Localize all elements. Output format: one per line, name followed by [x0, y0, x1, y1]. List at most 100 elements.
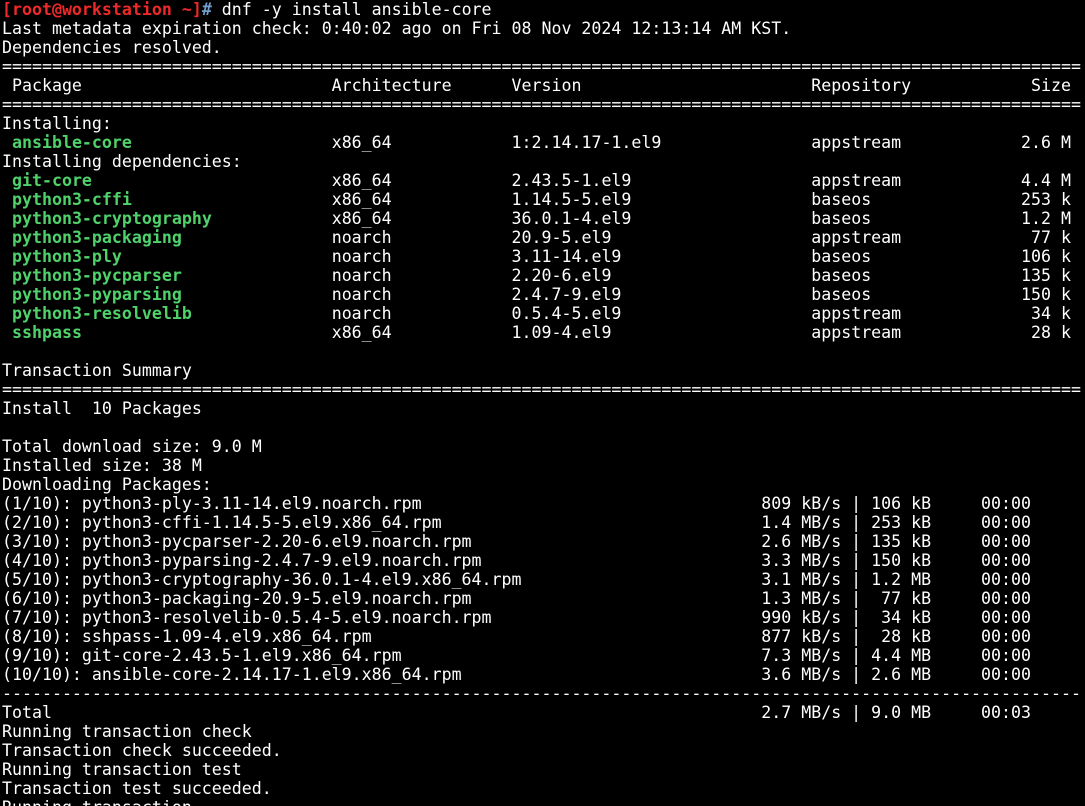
- package-size: 34 k: [1011, 304, 1071, 323]
- package-name: python3-pyparsing: [12, 285, 332, 304]
- package-details: noarch 20.9-5.el9 appstream: [331, 228, 1012, 247]
- rule: ----------------------------------------…: [2, 684, 1081, 703]
- package-row: python3-cffi x86_64 1.14.5-5.el9 baseos …: [2, 190, 1085, 209]
- deps-label: Installing dependencies:: [2, 152, 242, 171]
- blank: [2, 342, 12, 361]
- installed-size-text: Installed size: 38 M: [2, 456, 202, 475]
- download-text: (4/10): python3-pyparsing-2.4.7-9.el9.no…: [2, 551, 1031, 570]
- package-size: 150 k: [1011, 285, 1071, 304]
- blank-line: [2, 342, 1085, 361]
- rule: ========================================…: [2, 95, 1081, 114]
- status-line: Running transaction: [2, 798, 1085, 806]
- package-details: noarch 0.5.4-5.el9 appstream: [331, 304, 1012, 323]
- package-row: python3-ply noarch 3.11-14.el9 baseos 10…: [2, 247, 1085, 266]
- download-row: (8/10): sshpass-1.09-4.el9.x86_64.rpm 87…: [2, 627, 1085, 646]
- prompt-line: [root@workstation ~]# dnf -y install ans…: [2, 0, 1085, 19]
- download-text: (6/10): python3-packaging-20.9-5.el9.noa…: [2, 589, 1031, 608]
- download-text: (1/10): python3-ply-3.11-14.el9.noarch.r…: [2, 494, 1031, 513]
- total-row: Total 2.7 MB/s | 9.0 MB 00:03: [2, 703, 1085, 722]
- rule: ========================================…: [2, 380, 1081, 399]
- package-name: python3-ply: [12, 247, 332, 266]
- package-row: sshpass x86_64 1.09-4.el9 appstream 28 k: [2, 323, 1085, 342]
- download-row: (6/10): python3-packaging-20.9-5.el9.noa…: [2, 589, 1085, 608]
- terminal-window[interactable]: [root@workstation ~]# dnf -y install ans…: [0, 0, 1085, 806]
- download-row: (9/10): git-core-2.43.5-1.el9.x86_64.rpm…: [2, 646, 1085, 665]
- package-name: python3-pycparser: [12, 266, 332, 285]
- summary-title-text: Transaction Summary: [2, 361, 192, 380]
- section-label: Installing:: [2, 114, 1085, 133]
- package-name: python3-packaging: [12, 228, 332, 247]
- package-name: python3-resolvelib: [12, 304, 332, 323]
- package-name: ansible-core: [12, 133, 332, 152]
- header-text: Last metadata expiration check: 0:40:02 …: [2, 19, 792, 38]
- status-line: Running transaction test: [2, 760, 1085, 779]
- download-row: (7/10): python3-resolvelib-0.5.4-5.el9.n…: [2, 608, 1085, 627]
- summary-title: Transaction Summary: [2, 361, 1085, 380]
- download-size: Total download size: 9.0 M: [2, 437, 1085, 456]
- package-details: noarch 2.4.7-9.el9 baseos: [331, 285, 1012, 304]
- download-text: (8/10): sshpass-1.09-4.el9.x86_64.rpm 87…: [2, 627, 1031, 646]
- package-name: python3-cffi: [12, 190, 332, 209]
- download-size-text: Total download size: 9.0 M: [2, 437, 262, 456]
- package-size: 28 k: [1011, 323, 1071, 342]
- package-row: python3-cryptography x86_64 36.0.1-4.el9…: [2, 209, 1085, 228]
- package-name: sshpass: [12, 323, 332, 342]
- install-count: Install 10 Packages: [2, 399, 1085, 418]
- single-rule: ----------------------------------------…: [2, 684, 1085, 703]
- status-text: Running transaction check: [2, 722, 252, 741]
- status-line: Transaction check succeeded.: [2, 741, 1085, 760]
- package-row: python3-packaging noarch 20.9-5.el9 apps…: [2, 228, 1085, 247]
- prompt-symbol: #: [201, 0, 212, 19]
- prompt-user-host: [root@workstation ~]: [2, 0, 202, 19]
- package-size: 135 k: [1011, 266, 1071, 285]
- installed-size: Installed size: 38 M: [2, 456, 1085, 475]
- package-details: x86_64 36.0.1-4.el9 baseos: [331, 209, 1012, 228]
- blank: [2, 418, 12, 437]
- package-size: 106 k: [1011, 247, 1071, 266]
- package-size: 77 k: [1011, 228, 1071, 247]
- status-text: Running transaction test: [2, 760, 242, 779]
- installing-label: Installing:: [2, 114, 112, 133]
- package-row: git-core x86_64 2.43.5-1.el9 appstream 4…: [2, 171, 1085, 190]
- download-row: (4/10): python3-pyparsing-2.4.7-9.el9.no…: [2, 551, 1085, 570]
- package-size: 2.6 M: [1011, 133, 1071, 152]
- download-row: (5/10): python3-cryptography-36.0.1-4.el…: [2, 570, 1085, 589]
- package-size: 253 k: [1011, 190, 1071, 209]
- package-row: python3-pyparsing noarch 2.4.7-9.el9 bas…: [2, 285, 1085, 304]
- download-text: (10/10): ansible-core-2.14.17-1.el9.x86_…: [2, 665, 1031, 684]
- package-size: 4.4 M: [1011, 171, 1071, 190]
- double-rule: ========================================…: [2, 95, 1085, 114]
- package-row: python3-pycparser noarch 2.20-6.el9 base…: [2, 266, 1085, 285]
- package-row: ansible-core x86_64 1:2.14.17-1.el9 apps…: [2, 133, 1085, 152]
- column-headers: Package Architecture Version Repository: [2, 76, 1012, 95]
- package-details: x86_64 1.14.5-5.el9 baseos: [331, 190, 1012, 209]
- status-line: Running transaction check: [2, 722, 1085, 741]
- package-row: python3-resolvelib noarch 0.5.4-5.el9 ap…: [2, 304, 1085, 323]
- package-details: noarch 3.11-14.el9 baseos: [331, 247, 1012, 266]
- package-details: x86_64 1.09-4.el9 appstream: [331, 323, 1012, 342]
- header-line: Last metadata expiration check: 0:40:02 …: [2, 19, 1085, 38]
- package-details: noarch 2.20-6.el9 baseos: [331, 266, 1012, 285]
- package-size: 1.2 M: [1011, 209, 1071, 228]
- status-text: Transaction test succeeded.: [2, 779, 272, 798]
- blank-line: [2, 418, 1085, 437]
- download-text: (3/10): python3-pycparser-2.20-6.el9.noa…: [2, 532, 1031, 551]
- download-row: (2/10): python3-cffi-1.14.5-5.el9.x86_64…: [2, 513, 1085, 532]
- status-line: Transaction test succeeded.: [2, 779, 1085, 798]
- package-name: python3-cryptography: [12, 209, 332, 228]
- double-rule: ========================================…: [2, 57, 1085, 76]
- package-details: x86_64 2.43.5-1.el9 appstream: [331, 171, 1012, 190]
- terminal-output: Last metadata expiration check: 0:40:02 …: [2, 19, 1085, 806]
- command-text: dnf -y install ansible-core: [211, 0, 492, 19]
- downloading-label: Downloading Packages:: [2, 475, 1085, 494]
- download-text: (2/10): python3-cffi-1.14.5-5.el9.x86_64…: [2, 513, 1031, 532]
- status-text: Running transaction: [2, 798, 192, 806]
